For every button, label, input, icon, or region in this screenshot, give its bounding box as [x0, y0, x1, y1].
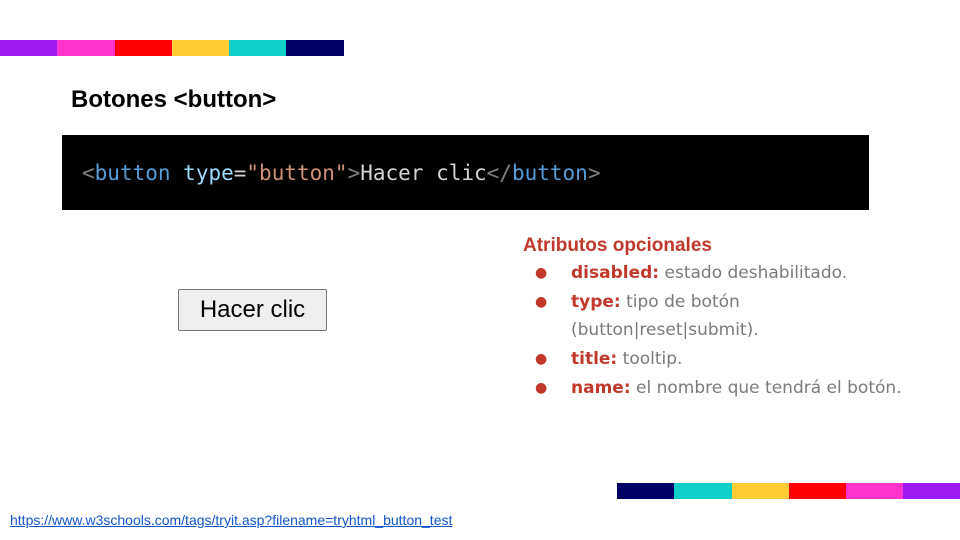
slide-title: Botones <button>	[71, 86, 277, 113]
list-item: ● name: el nombre que tendrá el botón.	[535, 376, 902, 400]
stripe-segment	[846, 483, 904, 499]
stripe-segment	[903, 483, 960, 499]
code-token: Hacer clic	[360, 160, 487, 185]
code-token: button	[94, 160, 171, 185]
attribute-description: tipo de botón	[620, 292, 740, 312]
color-stripe-bottom	[617, 483, 960, 499]
attribute-description: estado deshabilitado.	[659, 263, 848, 283]
bullet-icon: ●	[535, 351, 548, 367]
stripe-segment	[286, 40, 344, 56]
stripe-segment	[229, 40, 287, 56]
bullet-icon: ●	[535, 265, 548, 281]
bullet-icon: ●	[535, 380, 548, 396]
code-token: >	[347, 160, 361, 185]
stripe-segment	[0, 40, 58, 56]
list-item: ● disabled: estado deshabilitado.	[535, 261, 902, 285]
color-stripe-top	[0, 40, 344, 56]
code-block: <button type="button">Hacer clic</button…	[62, 135, 869, 210]
code-token: "button"	[246, 160, 348, 185]
code-line: <button type="button">Hacer clic</button…	[82, 161, 600, 185]
stripe-segment	[674, 483, 732, 499]
stripe-segment	[788, 483, 847, 499]
stripe-segment	[617, 483, 675, 499]
source-link[interactable]: https://www.w3schools.com/tags/tryit.asp…	[10, 512, 452, 528]
stripe-segment	[57, 40, 115, 56]
list-item: ● type: tipo de botón (button|reset|subm…	[535, 290, 902, 342]
code-token: <	[82, 160, 95, 185]
bullet-icon: ●	[535, 294, 548, 310]
list-item: ● title: tooltip.	[535, 347, 902, 371]
code-token: =	[233, 160, 247, 185]
demo-button[interactable]: Hacer clic	[178, 289, 327, 331]
code-token: >	[587, 160, 601, 185]
attributes-heading: Atributos opcionales	[523, 235, 712, 256]
attribute-name: disabled:	[571, 263, 660, 283]
stripe-segment	[114, 40, 172, 56]
code-token: </	[486, 160, 512, 185]
attributes-list: ● disabled: estado deshabilitado. ● type…	[535, 261, 902, 405]
stripe-segment	[171, 40, 230, 56]
attribute-description: tooltip.	[617, 349, 683, 369]
stripe-segment	[731, 483, 789, 499]
attribute-description: el nombre que tendrá el botón.	[630, 378, 902, 398]
attribute-name: type:	[571, 292, 621, 312]
code-token: button	[511, 160, 588, 185]
attribute-name: title:	[571, 349, 618, 369]
attribute-description-continued: (button|reset|submit).	[571, 320, 759, 340]
attribute-name: name:	[571, 378, 631, 398]
code-token: type	[183, 160, 234, 185]
